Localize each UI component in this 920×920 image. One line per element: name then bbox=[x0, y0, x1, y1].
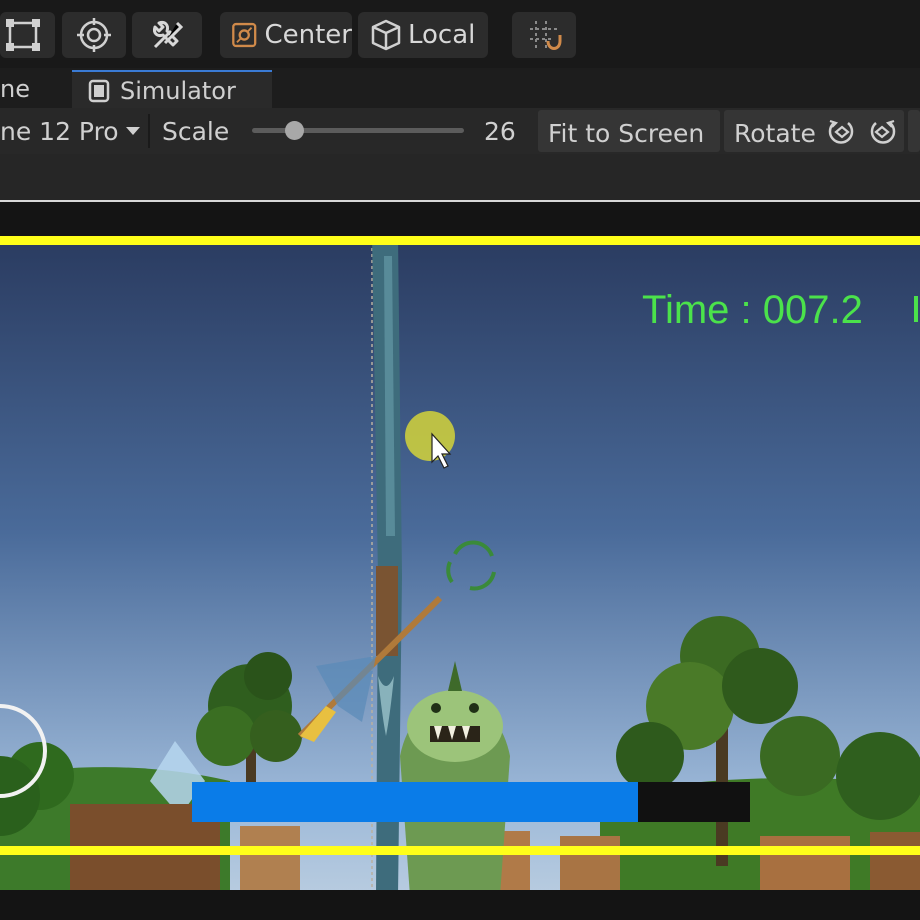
scale-slider-handle[interactable] bbox=[285, 121, 305, 140]
scale-value: 26 bbox=[484, 116, 516, 146]
grid-snap-icon bbox=[530, 21, 562, 50]
rect-tool-button[interactable] bbox=[0, 12, 55, 58]
toolbar-overflow-segment bbox=[908, 110, 920, 152]
cube-icon bbox=[371, 19, 401, 51]
simulator-viewport[interactable]: Time : 007.2 bbox=[0, 200, 920, 920]
grid-snap-button[interactable] bbox=[512, 12, 576, 58]
device-simulator-icon bbox=[88, 79, 110, 103]
hud-text-overflow bbox=[914, 296, 918, 322]
transform-tool-icon bbox=[77, 18, 111, 52]
time-display: Time : 007.2 bbox=[642, 288, 863, 332]
tab-scene[interactable]: ne bbox=[0, 70, 70, 108]
tab-scene-label: ne bbox=[0, 75, 30, 103]
device-dropdown[interactable]: ne 12 Pro bbox=[0, 108, 146, 154]
scene-toolbar: Center Local bbox=[0, 0, 920, 68]
transform-tool-button[interactable] bbox=[62, 12, 126, 58]
pivot-center-icon bbox=[232, 22, 257, 48]
pivot-center-toggle[interactable]: Center bbox=[220, 12, 352, 58]
pivot-center-label: Center bbox=[264, 20, 352, 50]
wrench-screwdriver-icon bbox=[153, 21, 184, 49]
pivot-local-label: Local bbox=[408, 20, 476, 50]
tab-simulator[interactable]: Simulator bbox=[72, 70, 272, 110]
device-bezel-top bbox=[0, 202, 920, 236]
device-bezel-bottom bbox=[0, 890, 920, 920]
rotate-right-icon[interactable] bbox=[866, 115, 900, 149]
pivot-local-toggle[interactable]: Local bbox=[358, 12, 488, 58]
fit-to-screen-button[interactable]: Fit to Screen bbox=[538, 110, 720, 152]
chevron-down-icon bbox=[125, 127, 140, 135]
safe-area-top-line bbox=[0, 236, 920, 245]
scale-label: Scale bbox=[162, 116, 230, 146]
health-bar-fill bbox=[192, 782, 639, 822]
rotate-group: Rotate bbox=[724, 110, 904, 152]
custom-tools-button[interactable] bbox=[132, 12, 202, 58]
safe-area-bottom-line bbox=[0, 846, 920, 855]
scale-slider-track[interactable] bbox=[252, 121, 464, 140]
tab-simulator-label: Simulator bbox=[120, 77, 236, 105]
device-dropdown-label: ne 12 Pro bbox=[0, 116, 119, 146]
rotate-label: Rotate bbox=[734, 118, 816, 148]
health-bar bbox=[192, 782, 750, 822]
simulator-control-bar: ne 12 Pro Scale 26 Fit to Screen Rotate bbox=[0, 108, 920, 154]
rect-tool-icon bbox=[6, 19, 40, 51]
fit-to-screen-label: Fit to Screen bbox=[548, 118, 705, 148]
simulator-empty-strip bbox=[0, 154, 920, 200]
toolbar-divider bbox=[148, 114, 150, 148]
rotate-left-icon[interactable] bbox=[824, 115, 858, 149]
window-tab-bar: ne Simulator bbox=[0, 68, 920, 110]
